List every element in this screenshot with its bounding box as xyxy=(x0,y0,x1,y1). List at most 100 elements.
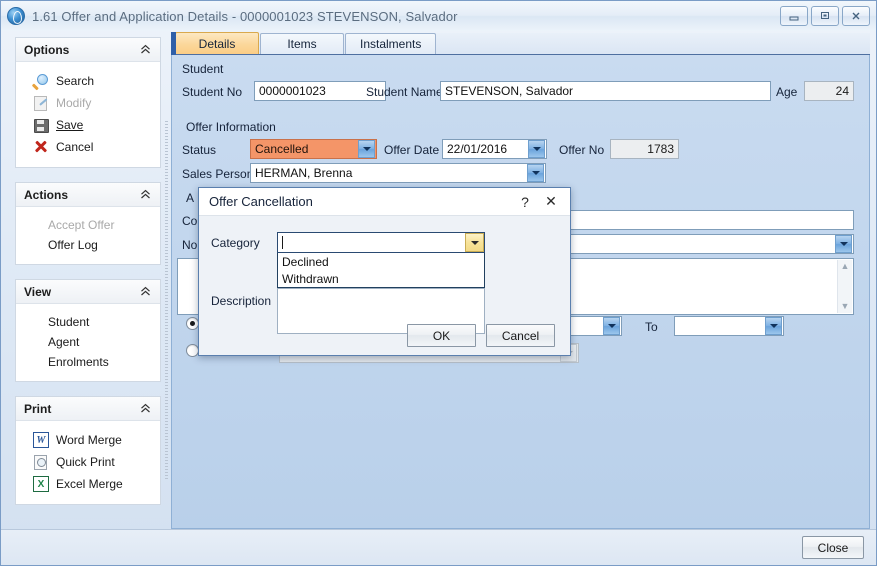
category-option-declined[interactable]: Declined xyxy=(278,253,484,270)
chevron-down-icon[interactable] xyxy=(465,233,484,252)
label-obscured-notify: No xyxy=(182,238,197,252)
to-dropdown[interactable] xyxy=(674,316,784,336)
notes-scrollbar[interactable]: ▲ ▼ xyxy=(837,260,852,313)
close-icon[interactable] xyxy=(842,6,870,26)
sidebar-item-word-merge[interactable]: Word Merge xyxy=(16,429,160,451)
dialog-close-icon[interactable]: ✕ xyxy=(538,191,564,213)
close-button-label: Close xyxy=(818,541,849,555)
app-globe-icon xyxy=(7,7,25,25)
cancel-icon xyxy=(33,139,49,155)
tab-label: Items xyxy=(287,37,316,51)
sidebar-item-cancel[interactable]: Cancel xyxy=(16,136,160,158)
minimize-icon[interactable] xyxy=(780,6,808,26)
dialog-actions: OK Cancel xyxy=(199,324,570,347)
student-name-field[interactable]: STEVENSON, Salvador xyxy=(440,81,771,101)
dialog-label-description: Description xyxy=(211,294,271,308)
chevron-down-icon[interactable] xyxy=(765,317,782,335)
sales-person-value: HERMAN, Brenna xyxy=(255,166,527,180)
panel-body-actions: Accept Offer Offer Log xyxy=(16,207,160,264)
chevron-up-icon[interactable] xyxy=(138,402,152,416)
close-button[interactable]: Close xyxy=(802,536,864,559)
label-status: Status xyxy=(182,143,216,157)
chevron-down-icon[interactable] xyxy=(358,140,375,158)
sidebar-item-label: Cancel xyxy=(56,140,93,154)
sidebar-item-label: Student xyxy=(48,315,89,329)
dialog-title: Offer Cancellation xyxy=(209,194,512,209)
label-to: To xyxy=(645,320,658,334)
help-icon[interactable]: ? xyxy=(512,191,538,213)
maximize-icon[interactable] xyxy=(811,6,839,26)
application-window: 1.61 Offer and Application Details - 000… xyxy=(0,0,877,566)
sidebar-item-agent[interactable]: Agent xyxy=(16,332,160,352)
tab-details[interactable]: Details xyxy=(175,32,259,54)
panel-header-print[interactable]: Print xyxy=(16,397,160,421)
panel-body-options: Search Modify Save Cancel xyxy=(16,62,160,167)
dialog-ok-label: OK xyxy=(433,329,450,343)
chevron-down-icon[interactable] xyxy=(835,235,852,253)
sidebar-item-label: Word Merge xyxy=(56,433,122,447)
label-obscured-contact: Co xyxy=(182,214,197,228)
sidebar-item-label: Offer Log xyxy=(48,238,98,252)
footer-bar: Close xyxy=(1,529,876,565)
label-student-no: Student No xyxy=(182,85,242,99)
section-label-offer-information: Offer Information xyxy=(186,120,276,134)
dialog-label-category: Category xyxy=(211,236,260,250)
tab-instalments[interactable]: Instalments xyxy=(345,33,436,54)
sidebar-item-excel-merge[interactable]: Excel Merge xyxy=(16,473,160,495)
panel-title-options: Options xyxy=(24,43,138,57)
sidebar-item-search[interactable]: Search xyxy=(16,70,160,92)
chevron-down-icon[interactable] xyxy=(528,140,545,158)
sidebar-item-offer-log[interactable]: Offer Log xyxy=(16,235,160,255)
sidebar-item-quick-print[interactable]: Quick Print xyxy=(16,451,160,473)
sales-person-dropdown[interactable]: HERMAN, Brenna xyxy=(250,163,546,183)
section-label-obscured: A xyxy=(186,191,194,205)
dialog-body: Category Declined Withdrawn Description … xyxy=(199,216,570,355)
label-offer-no: Offer No xyxy=(559,143,604,157)
sidebar-item-label: Excel Merge xyxy=(56,477,123,491)
title-bar: 1.61 Offer and Application Details - 000… xyxy=(1,1,876,31)
age-value: 24 xyxy=(836,84,849,98)
tab-label: Instalments xyxy=(360,37,421,51)
status-value: Cancelled xyxy=(255,142,358,156)
sidebar-item-save[interactable]: Save xyxy=(16,114,160,136)
sidebar-item-accept-offer: Accept Offer xyxy=(16,215,160,235)
offer-date-value: 22/01/2016 xyxy=(447,142,528,156)
panel-header-view[interactable]: View xyxy=(16,280,160,304)
offer-date-dropdown[interactable]: 22/01/2016 xyxy=(442,139,547,159)
chevron-up-icon[interactable] xyxy=(138,43,152,57)
sidebar-item-student[interactable]: Student xyxy=(16,312,160,332)
category-options-list[interactable]: Declined Withdrawn xyxy=(277,253,485,288)
panel-header-actions[interactable]: Actions xyxy=(16,183,160,207)
scroll-down-icon[interactable]: ▼ xyxy=(841,302,850,311)
scroll-up-icon[interactable]: ▲ xyxy=(841,262,850,271)
sidebar-item-modify: Modify xyxy=(16,92,160,114)
chevron-down-icon[interactable] xyxy=(603,317,620,335)
dialog-cancel-label: Cancel xyxy=(502,329,539,343)
panel-header-options[interactable]: Options xyxy=(16,38,160,62)
chevron-down-icon[interactable] xyxy=(527,164,544,182)
sidebar-panel-actions: Actions Accept Offer Offer Log xyxy=(15,182,161,265)
label-sales-person: Sales Person xyxy=(182,167,253,181)
dialog-ok-button[interactable]: OK xyxy=(407,324,476,347)
excel-merge-icon xyxy=(33,476,49,492)
tab-items[interactable]: Items xyxy=(260,33,344,54)
quick-print-icon xyxy=(33,454,49,470)
section-label-student: Student xyxy=(182,62,223,76)
panel-title-print: Print xyxy=(24,402,138,416)
chevron-up-icon[interactable] xyxy=(138,188,152,202)
sidebar-item-enrolments[interactable]: Enrolments xyxy=(16,352,160,372)
tab-strip: Details Items Instalments xyxy=(171,33,870,55)
chevron-up-icon[interactable] xyxy=(138,285,152,299)
dialog-cancel-button[interactable]: Cancel xyxy=(486,324,555,347)
pane-splitter[interactable] xyxy=(161,33,171,529)
student-name-value: STEVENSON, Salvador xyxy=(445,84,573,98)
label-student-name: Student Name xyxy=(366,85,443,99)
sidebar-item-label: Modify xyxy=(56,96,91,110)
category-dropdown[interactable] xyxy=(277,232,485,253)
status-dropdown[interactable]: Cancelled xyxy=(250,139,377,159)
category-option-withdrawn[interactable]: Withdrawn xyxy=(278,270,484,287)
age-field: 24 xyxy=(804,81,854,101)
sidebar-item-label: Accept Offer xyxy=(48,218,114,232)
window-controls xyxy=(780,6,870,26)
student-no-value: 0000001023 xyxy=(259,84,326,98)
